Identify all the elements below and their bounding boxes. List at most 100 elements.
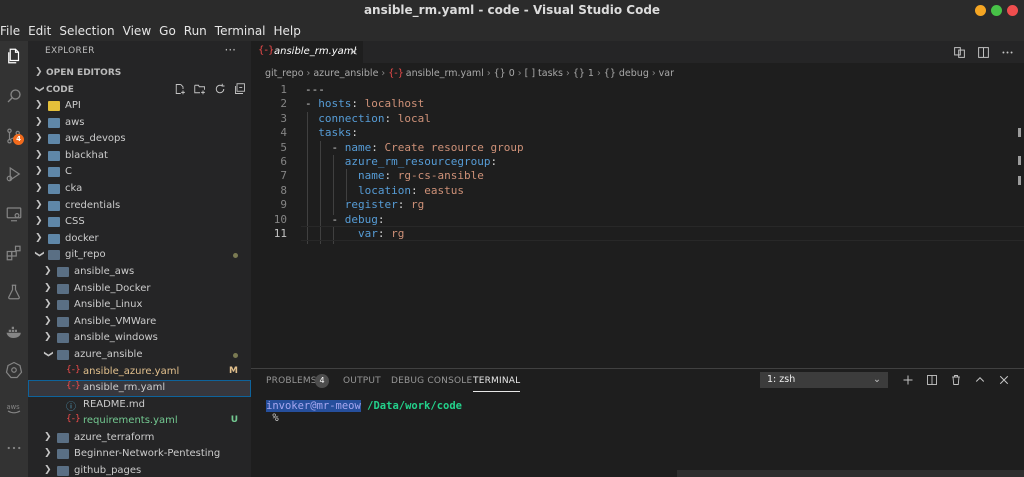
new-file-icon[interactable] <box>173 82 187 96</box>
folder-item[interactable]: ❯ ansible_aws <box>28 264 251 281</box>
minimize-button[interactable] <box>975 5 986 16</box>
tab-close-button[interactable]: × <box>349 45 358 58</box>
menu-file[interactable]: File <box>0 24 24 38</box>
current-line-highlight <box>301 226 1024 241</box>
run-debug-icon[interactable] <box>3 163 25 185</box>
file-tree: ❯ API ❯ aws ❯ aws_devops ❯ blackhat ❯ C ❯ cka ❯ crede… <box>28 98 251 477</box>
code-token: : <box>397 198 411 212</box>
breadcrumb-item[interactable]: {} debug <box>604 68 649 79</box>
folder-item[interactable]: ❯ aws_devops <box>28 131 251 148</box>
folder-item[interactable]: ❯ Beginner-Network-Pentesting <box>28 446 251 463</box>
open-editors-section[interactable]: ❯ OPEN EDITORS <box>28 65 251 81</box>
more-actions-icon[interactable] <box>1000 45 1014 59</box>
remote-explorer-icon[interactable] <box>3 203 25 225</box>
folder-item[interactable]: ❯ git_repo <box>28 247 251 264</box>
menu-edit[interactable]: Edit <box>24 24 55 38</box>
folder-item[interactable]: ❯ blackhat <box>28 148 251 165</box>
modified-dot <box>233 352 238 358</box>
folder-item[interactable]: ❯ aws <box>28 115 251 132</box>
extensions-icon[interactable] <box>3 242 25 264</box>
folder-item[interactable]: ❯ cka <box>28 181 251 198</box>
menu-terminal[interactable]: Terminal <box>211 24 270 38</box>
breadcrumb-item[interactable]: ansible_rm.yaml <box>406 68 484 79</box>
folder-item[interactable]: ❯ API <box>28 98 251 115</box>
breadcrumb-item[interactable]: [ ] tasks <box>525 68 563 79</box>
chevron-right-icon: ❯ <box>44 431 52 442</box>
menu-run[interactable]: Run <box>180 24 211 38</box>
tree-item-label: requirements.yaml <box>83 415 178 427</box>
split-editor-icon[interactable] <box>976 45 990 59</box>
menu-help[interactable]: Help <box>270 24 305 38</box>
breadcrumb: git_repo › azure_ansible › {-} ansible_r… <box>251 63 1024 83</box>
close-panel-icon[interactable] <box>997 373 1011 387</box>
tab-problems[interactable]: PROBLEMS <box>266 376 317 386</box>
folder-item[interactable]: ❯ Ansible_Docker <box>28 281 251 298</box>
folder-item[interactable]: ❯ github_pages <box>28 463 251 477</box>
workspace-section[interactable]: ❯ CODE <box>28 82 251 98</box>
folder-icon <box>48 117 60 128</box>
tab-debug-console[interactable]: DEBUG CONSOLE <box>391 376 472 386</box>
file-item[interactable]: ⓘ README.md <box>28 397 251 414</box>
tab-output[interactable]: OUTPUT <box>343 376 381 386</box>
terminal-scrollbar[interactable] <box>677 470 1024 477</box>
explorer-more-button[interactable]: ··· <box>225 43 236 57</box>
folder-icon <box>48 250 60 261</box>
trash-icon[interactable] <box>949 373 963 387</box>
breadcrumb-item[interactable]: var <box>659 68 674 79</box>
tree-item-label: cka <box>65 182 83 194</box>
file-item[interactable]: {-} ansible_azure.yaml M <box>28 364 251 381</box>
file-item[interactable]: {-} ansible_rm.yaml <box>28 380 251 397</box>
aws-icon[interactable]: aws <box>3 397 25 419</box>
menu-selection[interactable]: Selection <box>55 24 118 38</box>
tab-ansible-rm[interactable]: {-} ansible_rm.yaml × <box>251 41 363 63</box>
split-terminal-icon[interactable] <box>925 373 939 387</box>
folder-item[interactable]: ❯ Ansible_VMWare <box>28 314 251 331</box>
folder-item[interactable]: ❯ azure_terraform <box>28 430 251 447</box>
code-line: - name: Create resource group <box>305 141 524 154</box>
file-item[interactable]: {-} requirements.yaml U <box>28 413 251 430</box>
explorer-icon[interactable] <box>3 45 25 67</box>
source-control-badge: 4 <box>13 134 24 145</box>
refresh-icon[interactable] <box>213 82 227 96</box>
folder-item[interactable]: ❯ Ansible_Linux <box>28 297 251 314</box>
menu-go[interactable]: Go <box>155 24 180 38</box>
code-line: --- <box>305 83 325 96</box>
folder-item[interactable]: ❯ credentials <box>28 198 251 215</box>
code-line: tasks: <box>305 126 358 139</box>
terminal-output[interactable]: invoker@mr-meow /Data/work/code % <box>266 400 462 424</box>
chevron-right-icon: ❯ <box>35 166 43 177</box>
breadcrumb-item[interactable]: {} 1 <box>573 68 594 79</box>
chevron-right-icon: ❯ <box>35 67 43 77</box>
tree-item-label: README.md <box>83 398 146 410</box>
kubernetes-icon[interactable] <box>3 359 25 381</box>
folder-item[interactable]: ❯ CSS <box>28 214 251 231</box>
chevron-right-icon: › <box>517 67 522 79</box>
code-editor[interactable]: 1 --- 2- hosts: localhost 3 connection: loc… <box>251 83 1024 368</box>
breadcrumb-item[interactable]: azure_ansible <box>313 68 378 79</box>
chevron-right-icon: ❯ <box>35 232 43 243</box>
tab-terminal[interactable]: TERMINAL <box>473 376 521 392</box>
collapse-all-icon[interactable] <box>233 82 247 96</box>
folder-item[interactable]: ❯ ansible_windows <box>28 330 251 347</box>
new-terminal-icon[interactable] <box>901 373 915 387</box>
testing-icon[interactable] <box>3 281 25 303</box>
search-icon[interactable] <box>3 85 25 107</box>
folder-item[interactable]: ❯ azure_ansible <box>28 347 251 364</box>
menu-view[interactable]: View <box>119 24 155 38</box>
maximize-button[interactable] <box>991 5 1002 16</box>
terminal-select[interactable]: 1: zsh ⌄ <box>760 372 888 388</box>
new-folder-icon[interactable] <box>193 82 207 96</box>
open-changes-icon[interactable] <box>952 45 966 59</box>
chevron-right-icon: ❯ <box>35 133 43 144</box>
breadcrumb-item[interactable]: {} 0 <box>494 68 515 79</box>
problems-count-badge: 4 <box>315 374 329 388</box>
folder-icon <box>48 101 60 111</box>
breadcrumb-item[interactable]: git_repo <box>265 68 304 79</box>
folder-item[interactable]: ❯ docker <box>28 231 251 248</box>
folder-item[interactable]: ❯ C <box>28 164 251 181</box>
close-button[interactable] <box>1007 5 1018 16</box>
docker-icon[interactable] <box>3 321 25 343</box>
more-views-icon[interactable] <box>3 437 25 459</box>
maximize-panel-icon[interactable] <box>973 373 987 387</box>
